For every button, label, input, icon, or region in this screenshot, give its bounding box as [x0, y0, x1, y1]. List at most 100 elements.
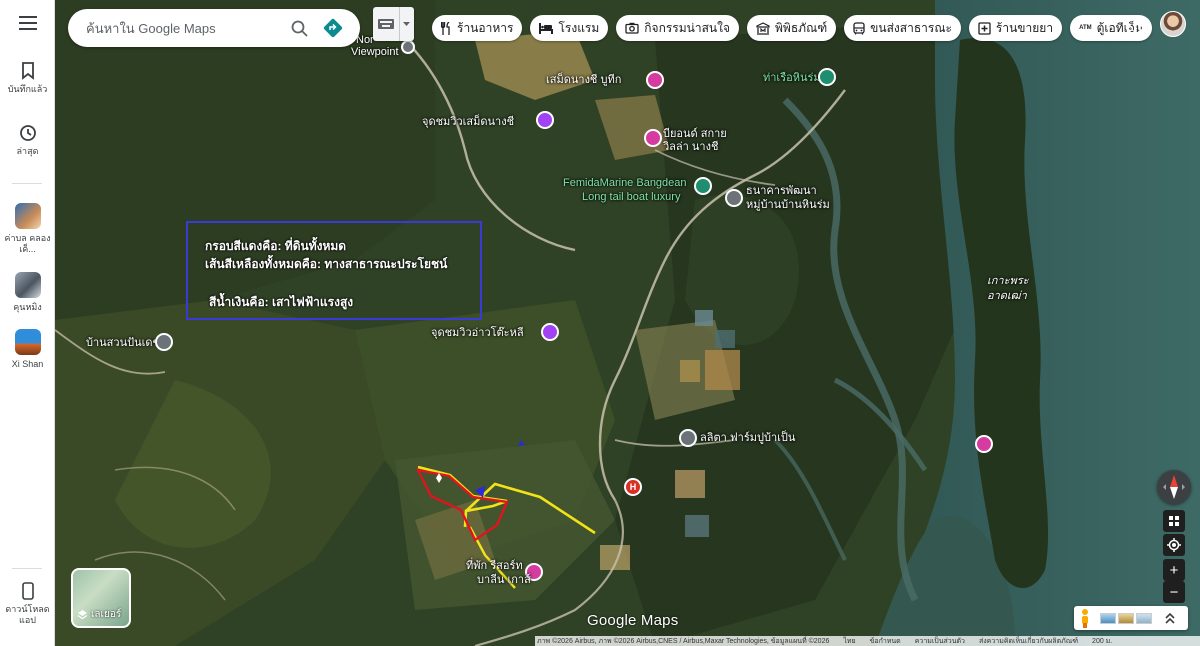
- pegman-icon[interactable]: [1074, 606, 1096, 630]
- directions-button[interactable]: [316, 11, 350, 45]
- zoom-out-button[interactable]: −: [1163, 581, 1185, 603]
- place-label[interactable]: บ้านสวนปันเดช: [86, 337, 160, 350]
- place-label[interactable]: ท่าเรือหินร่ม: [763, 72, 821, 85]
- street-view-bar[interactable]: [1074, 606, 1188, 630]
- expand-up-icon[interactable]: [1160, 608, 1180, 628]
- place-label[interactable]: เสม็ดนางชี บูทีก: [546, 74, 621, 87]
- hospital-pin[interactable]: H: [624, 478, 642, 496]
- viewpoint-pin[interactable]: [536, 111, 554, 129]
- sidebar-item-label: Xi Shan: [11, 359, 44, 369]
- chip-label: โรงแรม: [558, 20, 600, 35]
- chip-pharmacies[interactable]: ร้านขายยา: [968, 15, 1063, 41]
- legend-blue-text: สีน้ำเงินคือ: เสาไฟฟ้าแรงสูง: [209, 295, 354, 309]
- place-label[interactable]: Viewpoint: [351, 46, 399, 59]
- history-icon: [19, 125, 36, 141]
- download-app-label: ดาวน์โหลด แอป: [5, 604, 50, 626]
- place-pin[interactable]: [401, 40, 415, 54]
- chip-things-to-do[interactable]: กิจกรรมน่าสนใจ: [616, 15, 740, 41]
- ferry-pin[interactable]: [818, 68, 836, 86]
- sidebar-item-recent-place-2[interactable]: คุนหมิง: [0, 272, 55, 313]
- sidebar: บันทึกแล้ว ล่าสุด ค่าบล คลองเค็... คุนหม…: [0, 0, 55, 646]
- category-chips: ร้านอาหาร โรงแรม กิจกรรมน่าสนใจ พิพิธภัณ…: [432, 15, 1152, 41]
- feedback-link[interactable]: ส่งความคิดเห็นเกี่ยวกับผลิตภัณฑ์: [979, 636, 1078, 646]
- google-maps-logo: Google Maps: [587, 612, 679, 629]
- place-label[interactable]: FemidaMarine Bangdean: [563, 177, 687, 190]
- account-avatar[interactable]: [1160, 11, 1186, 37]
- boat-pin[interactable]: [694, 177, 712, 195]
- satellite-imagery: [55, 0, 1200, 646]
- download-app-button[interactable]: ดาวน์โหลด แอป: [0, 582, 55, 627]
- hotel-pin[interactable]: [646, 71, 664, 89]
- search-input[interactable]: [86, 20, 282, 36]
- museum-icon: [756, 21, 770, 35]
- place-label[interactable]: ที่พัก รีสอร์ท: [466, 560, 523, 573]
- plus-icon: +: [1169, 561, 1179, 579]
- sidebar-item-saved[interactable]: บันทึกแล้ว: [0, 62, 55, 95]
- search-box[interactable]: [68, 9, 360, 47]
- place-label[interactable]: จุดชมวิวอ่าวโต๊ะหลี: [431, 327, 524, 340]
- pharmacy-icon: [978, 21, 991, 35]
- chip-museums[interactable]: พิพิธภัณฑ์: [747, 15, 837, 41]
- search-icon: [291, 20, 308, 37]
- search-button[interactable]: [282, 11, 316, 45]
- divider: [12, 183, 42, 184]
- place-pin[interactable]: [725, 189, 743, 207]
- place-label[interactable]: จุดชมวิวเสม็ดนางชี: [422, 116, 514, 129]
- bed-icon: [539, 22, 554, 34]
- sidebar-item-recent-place-1[interactable]: ค่าบล คลองเค็...: [0, 203, 55, 256]
- menu-button[interactable]: [0, 16, 55, 30]
- chip-transit[interactable]: ขนส่งสาธารณะ: [844, 15, 961, 41]
- layers-icon: [77, 610, 88, 620]
- place-pin[interactable]: [155, 333, 173, 351]
- chip-restaurants[interactable]: ร้านอาหาร: [432, 15, 523, 41]
- terms-link[interactable]: ข้อกำหนด: [870, 636, 901, 646]
- divider: [12, 568, 42, 569]
- island-label: เกาะพระ: [987, 275, 1029, 287]
- place-label[interactable]: ลลิตา ฟาร์มปูบ้าเป็น: [700, 432, 795, 445]
- my-location-button[interactable]: [1163, 534, 1185, 556]
- bus-icon: [853, 21, 865, 34]
- input-tools-button[interactable]: [373, 7, 414, 41]
- fork-knife-icon: [441, 21, 450, 35]
- layers-label: เลเยอร์: [91, 609, 122, 620]
- sidebar-item-recent[interactable]: ล่าสุด: [0, 124, 55, 157]
- phone-icon: [21, 582, 34, 600]
- hamburger-menu-icon: [18, 16, 37, 30]
- language-link[interactable]: ไทย: [843, 636, 855, 646]
- compass-button[interactable]: [1157, 470, 1191, 504]
- keyboard-icon: [378, 19, 394, 29]
- sidebar-item-label: บันทึกแล้ว: [7, 84, 48, 94]
- layers-button[interactable]: เลเยอร์: [71, 568, 131, 628]
- sidebar-item-label: ค่าบล คลองเค็...: [4, 233, 51, 255]
- chip-label: พิพิธภัณฑ์: [775, 20, 828, 35]
- place-label[interactable]: บาลีน เกาส์: [477, 574, 531, 587]
- chevron-down-icon[interactable]: [400, 7, 413, 41]
- privacy-link[interactable]: ความเป็นส่วนตัว: [915, 636, 965, 646]
- google-apps-icon[interactable]: [1125, 15, 1145, 35]
- scale-label[interactable]: 200 ม.: [1092, 636, 1112, 646]
- imagery-credits: ภาพ ©2026 Airbus, ภาพ ©2026 Airbus,CNES …: [537, 637, 830, 645]
- view-toggle-button[interactable]: [1163, 510, 1185, 532]
- legend-red-text: กรอบสีแดงคือ: ที่ดินทั้งหมด: [205, 239, 347, 253]
- atm-icon: ATM: [1079, 25, 1092, 31]
- imagery-thumb-1[interactable]: [1100, 612, 1116, 624]
- zoom-in-button[interactable]: +: [1163, 559, 1185, 581]
- place-label[interactable]: วิลล่า นางชี: [663, 141, 718, 154]
- imagery-thumb-2[interactable]: [1118, 612, 1134, 624]
- compass-icon: [1163, 475, 1185, 499]
- sidebar-item-recent-place-3[interactable]: Xi Shan: [0, 329, 55, 370]
- place-label[interactable]: ธนาคารพัฒนา: [746, 185, 817, 198]
- place-pin[interactable]: [679, 429, 697, 447]
- legend-annotation: กรอบสีแดงคือ: ที่ดินทั้งหมด เส้นสีเหลือง…: [186, 221, 482, 320]
- place-label[interactable]: หมู่บ้านบ้านหินร่ม: [746, 199, 830, 212]
- hotel-pin[interactable]: [644, 129, 662, 147]
- hotel-pin[interactable]: [975, 435, 993, 453]
- place-label[interactable]: บียอนด์ สกาย: [663, 128, 727, 141]
- place-thumbnail: [14, 203, 41, 229]
- imagery-thumb-3[interactable]: [1136, 612, 1152, 624]
- satellite-map[interactable]: [55, 0, 1200, 646]
- place-thumbnail: [14, 272, 41, 298]
- viewpoint-pin[interactable]: [541, 323, 559, 341]
- place-label[interactable]: Long tail boat luxury: [582, 191, 680, 204]
- chip-hotels[interactable]: โรงแรม: [530, 15, 609, 41]
